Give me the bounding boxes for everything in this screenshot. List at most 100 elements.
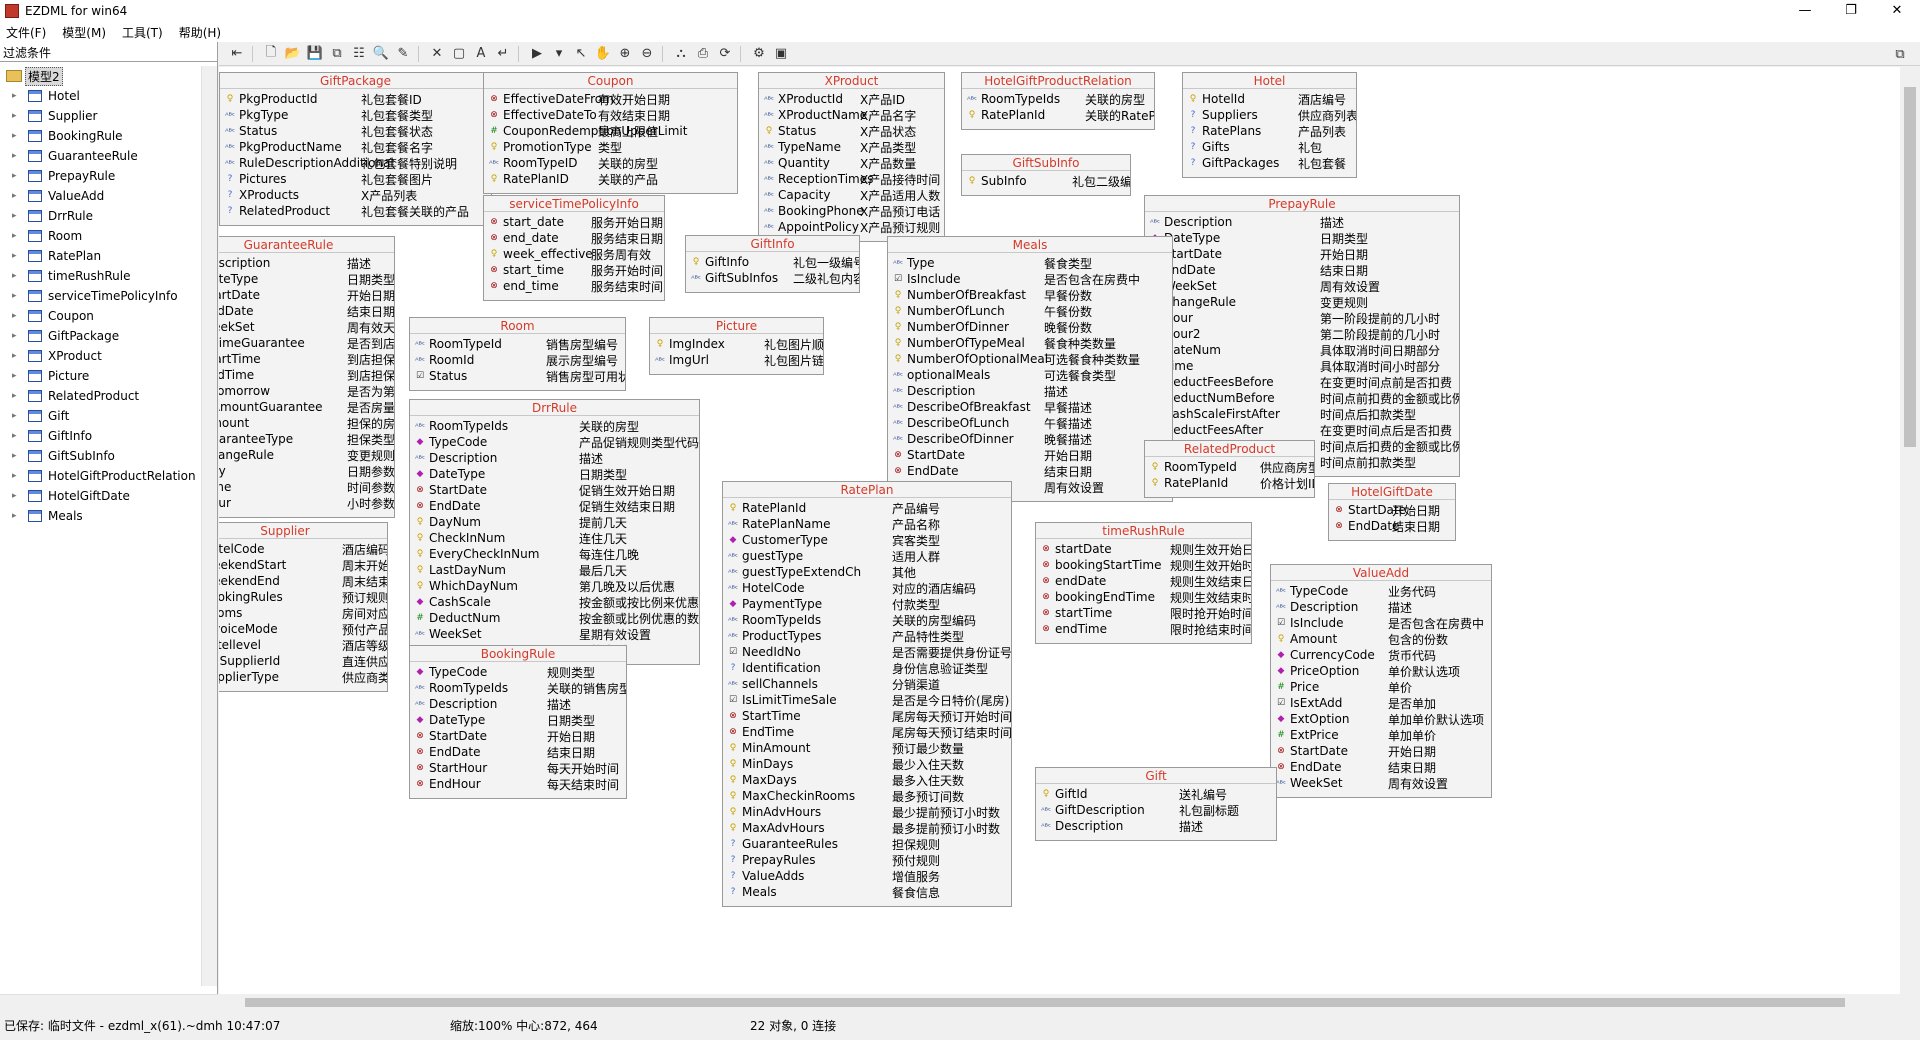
tree-item-meals[interactable]: ▸ Meals: [0, 506, 202, 526]
copy-icon[interactable]: ⧉: [327, 44, 347, 64]
field-row[interactable]: ♀Hour2第二阶段提前的几小时: [1149, 326, 1459, 342]
field-row[interactable]: ♀ MaxCheckinRooms 最多预订间数: [727, 788, 1011, 804]
entity-gift[interactable]: Gift ♀ GiftId 送礼编号 ᴬᴮᶜ GiftDescription 礼包副标题 ᴬᴮ…: [1035, 767, 1277, 841]
field-row[interactable]: ? Meals 餐食信息: [727, 884, 1011, 900]
field-row[interactable]: ? RatePlans 产品列表: [1187, 123, 1356, 139]
field-row[interactable]: ⊗ startDate 规则生效开始日期: [1040, 541, 1251, 557]
tree-item-supplier[interactable]: ▸ Supplier: [0, 106, 202, 126]
tree-item-drrrule[interactable]: ▸ DrrRule: [0, 206, 202, 226]
expand-arrow-icon[interactable]: ▸: [12, 131, 22, 141]
find-icon[interactable]: 🔍: [371, 44, 391, 64]
field-row[interactable]: ? GiftPackages 礼包套餐: [1187, 155, 1356, 171]
entity-supplier[interactable]: SupplierᴬᴮᶜHotelCode酒店编码ᴬᴮᶜWeekendStart周…: [219, 522, 388, 692]
field-row[interactable]: ♀ LastDayNum 最后几天: [414, 562, 699, 578]
entity-xproduct[interactable]: XProduct ᴬᴮᶜ XProductId X产品ID ᴬᴮᶜ XProductNam…: [758, 72, 945, 242]
expand-arrow-icon[interactable]: ▸: [12, 451, 22, 461]
field-row[interactable]: ᴬᴮᶜ DescribeOfLunch 午餐描述: [892, 415, 1172, 431]
field-row[interactable]: ♀ RatePlanId 价格计划ID: [1149, 475, 1314, 491]
field-row[interactable]: ♀ NumberOfOptionalMeal 可选餐食种类数量: [892, 351, 1172, 367]
menu-help[interactable]: 帮助(H): [179, 24, 221, 41]
entity-relatedproduct[interactable]: RelatedProduct ♀ RoomTypeId 供应商房型id ♀ RatePla…: [1144, 440, 1315, 498]
field-row[interactable]: ᴬᴮᶜDescription描述: [1149, 214, 1459, 230]
field-row[interactable]: ♀ Status X产品状态: [763, 123, 944, 139]
field-row[interactable]: ☑ NeedIdNo 是否需要提供身份证号: [727, 644, 1011, 660]
tree-item-servicetimepolicyinfo[interactable]: ▸ serviceTimePolicyInfo: [0, 286, 202, 306]
field-row[interactable]: ♀ MaxDays 最多入住天数: [727, 772, 1011, 788]
field-row[interactable]: # ExtPrice 单加单价: [1275, 727, 1491, 743]
hand-icon[interactable]: ✋: [593, 44, 613, 64]
field-row[interactable]: ᴬᴮᶜIsTimeGuarantee是否到店时间担保: [219, 335, 394, 351]
entity-rateplan[interactable]: RatePlan ♀ RatePlanId 产品编号 ᴬᴮᶜ RatePlanName 产品…: [722, 481, 1012, 907]
field-row[interactable]: ⊗EndDate结束日期: [1333, 518, 1455, 534]
field-row[interactable]: ᴬᴮᶜDescription描述: [1275, 599, 1491, 615]
field-row[interactable]: ᴬᴮᶜ ReceptionTimes X产品接待时间: [763, 171, 944, 187]
field-row[interactable]: ⊗StartDate开始日期: [414, 728, 626, 744]
field-row[interactable]: ᴬᴮᶜIsAmountGuarantee是否房量担保: [219, 399, 394, 415]
link-icon[interactable]: ↵: [493, 44, 513, 64]
field-row[interactable]: ᴬᴮᶜ XProductName X产品名字: [763, 107, 944, 123]
field-row[interactable]: ♀ EveryCheckInNum 每连住几晚: [414, 546, 699, 562]
field-row[interactable]: ⊗ bookingEndTime 规则生效结束时间: [1040, 589, 1251, 605]
field-row[interactable]: ◆ CashScale 按金额或按比例来优惠: [414, 594, 699, 610]
field-row[interactable]: ⊗DateNum具体取消时间日期部分: [1149, 342, 1459, 358]
field-row[interactable]: ◆ChangeRule变更规则: [1149, 294, 1459, 310]
field-row[interactable]: ⊗ StartTime 尾房每天预订开始时间: [727, 708, 1011, 724]
entity-timerushrule[interactable]: timeRushRule ⊗ startDate 规则生效开始日期 ⊗ bookingSt…: [1035, 522, 1252, 644]
field-row[interactable]: ? XProducts X产品列表: [224, 187, 491, 203]
field-row[interactable]: ♀ RatePlanId 关联的RatePlan: [966, 107, 1154, 123]
field-row[interactable]: ♀ NumberOfDinner 晚餐份数: [892, 319, 1172, 335]
field-row[interactable]: ⊗ EffectiveDateFrom 有效开始日期: [488, 91, 737, 107]
field-row[interactable]: ⊗ endDate 规则生效结束日期: [1040, 573, 1251, 589]
field-row[interactable]: ᴬᴮᶜ XProductId X产品ID: [763, 91, 944, 107]
field-row[interactable]: ♀ RatePlanId 产品编号: [727, 500, 1011, 516]
field-row[interactable]: ◆DeductFeesBefore在变更时间点前是否扣费: [1149, 374, 1459, 390]
field-row[interactable]: ? Gifts 礼包: [1187, 139, 1356, 155]
window-list-icon[interactable]: ⧉: [1890, 44, 1910, 64]
field-row[interactable]: ᴬᴮᶜ AppointPolicy X产品预订规则: [763, 219, 944, 235]
field-row[interactable]: ⊗ startTime 限时抢开始时间: [1040, 605, 1251, 621]
field-row[interactable]: ♀ CheckInNum 连住几天: [414, 530, 699, 546]
field-row[interactable]: ☑ IsInclude 是否包含在房费中: [1275, 615, 1491, 631]
field-row[interactable]: ⊗StartDate开始日期: [1333, 502, 1455, 518]
field-row[interactable]: ? Pictures 礼包套餐图片: [224, 171, 491, 187]
expand-arrow-icon[interactable]: ▸: [12, 111, 22, 121]
field-row[interactable]: ᴬᴮᶜDescription描述: [219, 255, 394, 271]
field-row[interactable]: ᴬᴮᶜWeekSet周有效设置: [1275, 775, 1491, 791]
field-row[interactable]: ⊗EndDate结束日期: [892, 463, 1172, 479]
image-icon[interactable]: ▣: [771, 44, 791, 64]
expand-arrow-icon[interactable]: ▸: [12, 91, 22, 101]
field-row[interactable]: ᴬᴮᶜDescription描述: [1040, 818, 1276, 834]
expand-arrow-icon[interactable]: ▸: [12, 151, 22, 161]
field-row[interactable]: ♀ MinDays 最少入住天数: [727, 756, 1011, 772]
field-row[interactable]: ᴬᴮᶜ RoomTypeIds 关联的房型: [414, 418, 699, 434]
tree-item-gift[interactable]: ▸ Gift: [0, 406, 202, 426]
text-icon[interactable]: A: [471, 44, 491, 64]
field-row[interactable]: ⊗Time时间参数: [219, 479, 394, 495]
entity-hotel[interactable]: Hotel ♀ HotelId 酒店编号? Suppliers 供应商列表? RatePla…: [1182, 72, 1357, 178]
nav-back-icon[interactable]: ⇤: [227, 44, 247, 64]
tree-item-bookingrule[interactable]: ▸ BookingRule: [0, 126, 202, 146]
entity-bookingrule[interactable]: BookingRule ◆ TypeCode 规则类型 ᴬᴮᶜ RoomTypeIds 关联…: [409, 645, 627, 799]
field-row[interactable]: ⊗EndDate结束日期: [219, 303, 394, 319]
expand-arrow-icon[interactable]: ▸: [12, 231, 22, 241]
field-row[interactable]: ᴬᴮᶜ Capacity X产品适用人数: [763, 187, 944, 203]
entity-giftsubinfo[interactable]: GiftSubInfo ♀ SubInfo 礼包二级编号: [961, 154, 1131, 196]
entity-valueadd[interactable]: ValueAdd ᴬᴮᶜ TypeCode 业务代码 ᴬᴮᶜ Description 描述 ☑…: [1270, 564, 1492, 798]
field-row[interactable]: ♀ WhichDayNum 第几晚及以后优惠: [414, 578, 699, 594]
field-row[interactable]: ᴬᴮᶜ Type 餐食类型: [892, 255, 1172, 271]
tree-item-valueadd[interactable]: ▸ ValueAdd: [0, 186, 202, 206]
field-row[interactable]: ? ValueAdds 增值服务: [727, 868, 1011, 884]
field-row[interactable]: ♀ NumberOfTypeMeal 餐食种类数量: [892, 335, 1172, 351]
tree-item-guaranteerule[interactable]: ▸ GuaranteeRule: [0, 146, 202, 166]
menu-model[interactable]: 模型(M): [62, 24, 106, 41]
dropdown-icon[interactable]: ▾: [549, 44, 569, 64]
field-row[interactable]: ᴬᴮᶜWeekendStart周末开始: [219, 557, 387, 573]
field-row[interactable]: ⊗EndDate结束日期: [1149, 262, 1459, 278]
field-row[interactable]: ⊗StartDate开始日期: [892, 447, 1172, 463]
expand-arrow-icon[interactable]: ▸: [12, 251, 22, 261]
field-row[interactable]: ⊗StartDate开始日期: [1275, 743, 1491, 759]
field-row[interactable]: ⊗ EffectiveDateTo 有效结束日期: [488, 107, 737, 123]
entity-giftinfo[interactable]: GiftInfo ♀ GiftInfo 礼包一级编号 ᴬᴮᶜ GiftSubInfos 二级…: [685, 235, 860, 293]
format-icon[interactable]: ✎: [393, 44, 413, 64]
field-row[interactable]: ᴬᴮᶜAmount担保的房间数: [219, 415, 394, 431]
